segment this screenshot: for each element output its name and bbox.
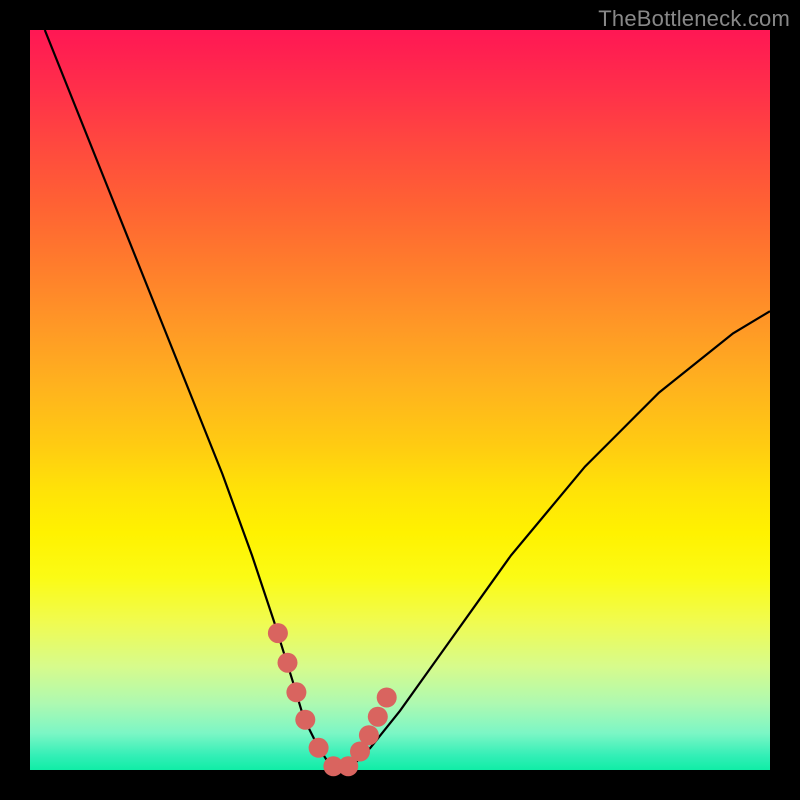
bottleneck-curve-line [45, 30, 770, 770]
highlight-dot [286, 682, 306, 702]
highlight-dot [359, 725, 379, 745]
plot-area [30, 30, 770, 770]
highlight-dot [278, 653, 298, 673]
highlight-dots-group [268, 623, 397, 776]
highlight-dot [268, 623, 288, 643]
highlight-dot [377, 688, 397, 708]
bottleneck-curve-svg [30, 30, 770, 770]
watermark-text: TheBottleneck.com [598, 6, 790, 32]
highlight-dot [295, 710, 315, 730]
highlight-dot [309, 738, 329, 758]
chart-container: TheBottleneck.com [0, 0, 800, 800]
highlight-dot [368, 707, 388, 727]
